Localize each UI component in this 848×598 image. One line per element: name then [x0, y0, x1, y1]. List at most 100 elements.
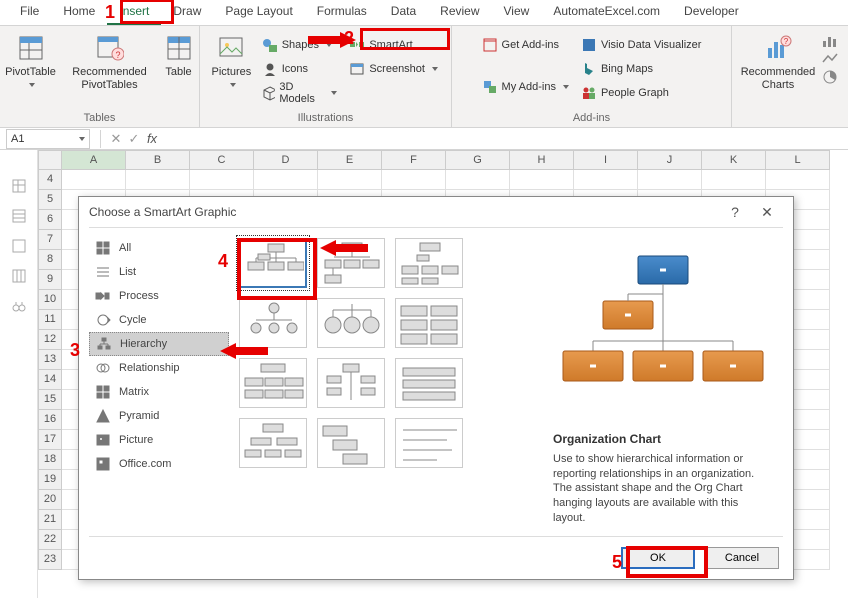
shapes-button[interactable]: Shapes: [258, 34, 342, 56]
binoculars-icon[interactable]: [11, 298, 27, 314]
pivottable-button[interactable]: PivotTable: [0, 30, 63, 91]
select-all-corner[interactable]: [38, 150, 62, 170]
category-officecom[interactable]: Office.com: [89, 452, 229, 476]
col-header[interactable]: B: [126, 150, 190, 170]
row-header[interactable]: 4: [38, 170, 62, 190]
row-header[interactable]: 20: [38, 490, 62, 510]
category-relationship[interactable]: Relationship: [89, 356, 229, 380]
col-header[interactable]: F: [382, 150, 446, 170]
visio-button[interactable]: Visio Data Visualizer: [577, 34, 705, 56]
table-button[interactable]: Table: [157, 30, 201, 91]
row-header[interactable]: 10: [38, 290, 62, 310]
name-box[interactable]: A1: [6, 129, 90, 149]
dialog-help-button[interactable]: ?: [719, 204, 751, 220]
layout-thumbnail[interactable]: [317, 358, 385, 408]
tab-automate[interactable]: AutomateExcel.com: [541, 0, 672, 25]
cell[interactable]: [766, 170, 830, 190]
people-graph-button[interactable]: People Graph: [577, 82, 705, 104]
pictures-button[interactable]: Pictures: [209, 30, 254, 104]
layout-thumbnail[interactable]: [395, 238, 463, 288]
screenshot-button[interactable]: Screenshot: [345, 58, 442, 80]
smartart-button[interactable]: SmartArt: [345, 34, 442, 56]
bing-maps-button[interactable]: Bing Maps: [577, 58, 705, 80]
sheet-icon[interactable]: [11, 208, 27, 224]
3dmodels-button[interactable]: 3D Models: [258, 82, 342, 104]
row-header[interactable]: 17: [38, 430, 62, 450]
tab-pagelayout[interactable]: Page Layout: [213, 0, 304, 25]
recommended-charts-button[interactable]: ? Recommended Charts: [738, 30, 818, 91]
pie-chart-icon[interactable]: [822, 70, 838, 84]
category-cycle[interactable]: Cycle: [89, 308, 229, 332]
ok-button[interactable]: OK: [621, 547, 695, 569]
col-header[interactable]: C: [190, 150, 254, 170]
layout-thumbnail[interactable]: [239, 418, 307, 468]
row-header[interactable]: 12: [38, 330, 62, 350]
cell[interactable]: [318, 170, 382, 190]
col-header[interactable]: I: [574, 150, 638, 170]
category-pyramid[interactable]: Pyramid: [89, 404, 229, 428]
tab-view[interactable]: View: [492, 0, 542, 25]
col-header[interactable]: L: [766, 150, 830, 170]
line-chart-icon[interactable]: [822, 52, 838, 66]
get-addins-button[interactable]: Get Add-ins: [478, 34, 573, 56]
row-header[interactable]: 8: [38, 250, 62, 270]
bar-chart-icon[interactable]: [822, 34, 838, 48]
sheet-icon[interactable]: [11, 178, 27, 194]
row-header[interactable]: 23: [38, 550, 62, 570]
cell[interactable]: [510, 170, 574, 190]
cell[interactable]: [62, 170, 126, 190]
row-header[interactable]: 16: [38, 410, 62, 430]
row-header[interactable]: 5: [38, 190, 62, 210]
layout-thumbnail[interactable]: [239, 298, 307, 348]
my-addins-button[interactable]: My Add-ins: [478, 76, 573, 98]
tab-home[interactable]: Home: [51, 0, 107, 25]
sheet-icon[interactable]: [11, 268, 27, 284]
row-header[interactable]: 11: [38, 310, 62, 330]
tab-developer[interactable]: Developer: [672, 0, 751, 25]
cell[interactable]: [126, 170, 190, 190]
col-header[interactable]: D: [254, 150, 318, 170]
row-header[interactable]: 15: [38, 390, 62, 410]
row-header[interactable]: 6: [38, 210, 62, 230]
row-header[interactable]: 21: [38, 510, 62, 530]
col-header[interactable]: G: [446, 150, 510, 170]
layout-thumbnail[interactable]: [395, 358, 463, 408]
row-header[interactable]: 22: [38, 530, 62, 550]
cell[interactable]: [382, 170, 446, 190]
row-header[interactable]: 14: [38, 370, 62, 390]
col-header[interactable]: H: [510, 150, 574, 170]
category-list[interactable]: List: [89, 260, 229, 284]
layout-thumbnail[interactable]: [317, 238, 385, 288]
row-header[interactable]: 18: [38, 450, 62, 470]
dialog-close-button[interactable]: ✕: [751, 204, 783, 221]
col-header[interactable]: A: [62, 150, 126, 170]
category-all[interactable]: All: [89, 236, 229, 260]
category-process[interactable]: Process: [89, 284, 229, 308]
tab-insert[interactable]: Insert: [107, 0, 161, 25]
col-header[interactable]: J: [638, 150, 702, 170]
recommended-pivottables-button[interactable]: ? Recommended PivotTables: [67, 30, 153, 91]
layout-thumbnail[interactable]: [395, 298, 463, 348]
cell[interactable]: [190, 170, 254, 190]
cell[interactable]: [638, 170, 702, 190]
tab-file[interactable]: File: [8, 0, 51, 25]
tab-formulas[interactable]: Formulas: [305, 0, 379, 25]
col-header[interactable]: K: [702, 150, 766, 170]
col-header[interactable]: E: [318, 150, 382, 170]
icons-button[interactable]: Icons: [258, 58, 342, 80]
cell[interactable]: [574, 170, 638, 190]
cancel-button[interactable]: Cancel: [705, 547, 779, 569]
fx-button[interactable]: fx: [143, 131, 161, 146]
cell[interactable]: [446, 170, 510, 190]
layout-thumbnail[interactable]: [395, 418, 463, 468]
layout-thumbnail[interactable]: [239, 358, 307, 408]
tab-data[interactable]: Data: [379, 0, 428, 25]
row-header[interactable]: 13: [38, 350, 62, 370]
tab-draw[interactable]: Draw: [161, 0, 213, 25]
row-header[interactable]: 9: [38, 270, 62, 290]
layout-thumbnail[interactable]: [317, 298, 385, 348]
row-header[interactable]: 7: [38, 230, 62, 250]
category-picture[interactable]: Picture: [89, 428, 229, 452]
cell[interactable]: [702, 170, 766, 190]
tab-review[interactable]: Review: [428, 0, 491, 25]
